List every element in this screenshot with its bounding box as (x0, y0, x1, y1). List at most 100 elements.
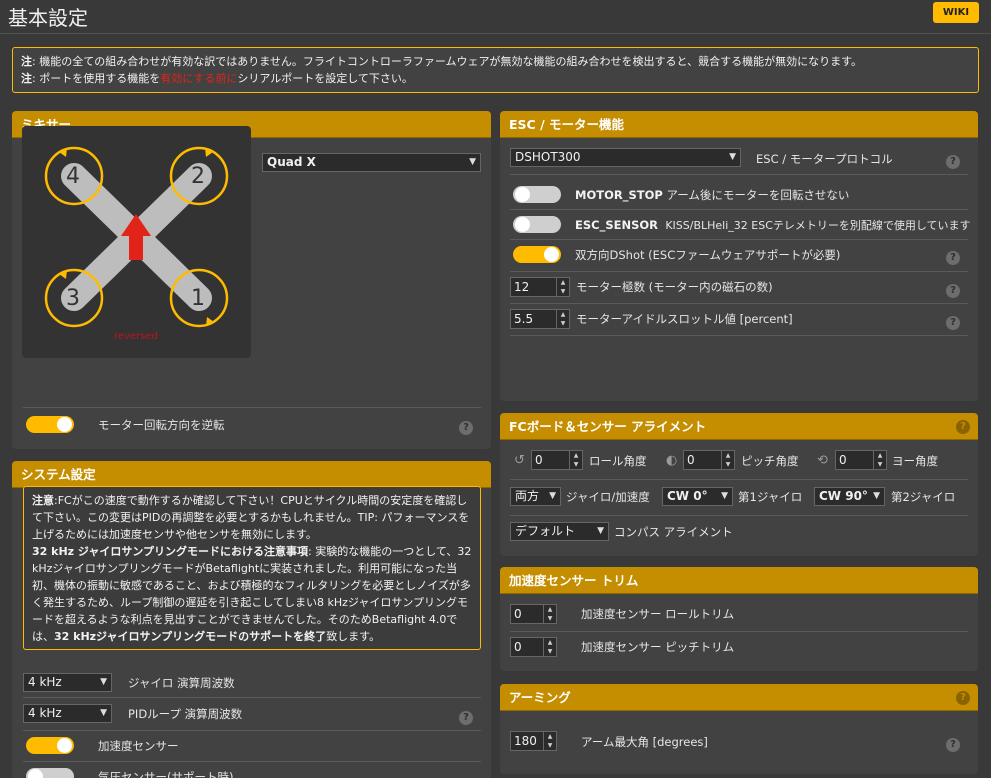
system-panel: システム設定 注意:FCがこの速度で動作するか確認して下さい！CPUとサイクル時… (12, 461, 491, 778)
note-text: : ポートを使用する機能を (32, 72, 161, 85)
divider (510, 271, 968, 272)
yaw-label: ヨー角度 (892, 454, 938, 468)
reversed-label: reversed (114, 331, 158, 342)
divider (510, 239, 968, 240)
pitch-input[interactable]: 0 ▲ ▼ (683, 450, 735, 470)
help-icon[interactable]: ? (946, 738, 960, 752)
stepper-icon[interactable]: ▲ ▼ (873, 451, 886, 469)
quad-x-diagram (44, 146, 229, 328)
motor-poles-label: モーター極数 (モーター内の磁石の数) (576, 280, 773, 294)
esc-sensor-toggle[interactable] (513, 216, 561, 233)
chevron-down-icon: ▼ (873, 491, 880, 501)
divider (510, 631, 968, 632)
accelerometer-label: 加速度センサー (98, 739, 179, 753)
arm-angle-input[interactable]: 180 ▲ ▼ (510, 731, 557, 751)
divider (510, 335, 968, 336)
compass-align-select[interactable]: デフォルト ▼ (510, 522, 609, 541)
bidir-dshot-toggle[interactable] (513, 246, 561, 263)
idle-throttle-label: モーターアイドルスロットル値 [percent] (576, 312, 793, 326)
accelerometer-toggle[interactable] (26, 737, 74, 754)
help-icon[interactable]: ? (956, 691, 970, 705)
roll-label: ロール角度 (589, 454, 647, 468)
motor-stop-toggle[interactable] (513, 186, 561, 203)
feature-note: 注: 機能の全ての組み合わせが有効な訳ではありません。フライトコントローラファー… (12, 47, 979, 93)
roll-trim-label: 加速度センサー ロールトリム (581, 607, 735, 621)
mixer-diagram: 4 2 3 1 reversed (22, 126, 251, 358)
idle-throttle-input[interactable]: 5.5 ▲ ▼ (510, 309, 570, 329)
help-icon[interactable]: ? (459, 421, 473, 435)
yaw-icon: ⟲ (817, 453, 828, 468)
help-icon[interactable]: ? (946, 316, 960, 330)
gyro1-align-select[interactable]: CW 0° ▼ (662, 487, 733, 506)
help-icon[interactable]: ? (459, 711, 473, 725)
stepper-icon[interactable]: ▲ ▼ (543, 605, 556, 623)
accel-trim-panel: 加速度センサー トリム 0 ▲ ▼ 加速度センサー ロールトリム 0 ▲ ▼ 加速度セン… (500, 567, 978, 671)
chevron-down-icon: ▼ (100, 708, 107, 718)
divider (510, 303, 968, 304)
wiki-button[interactable]: WIKI (933, 2, 979, 23)
motor-3-label: 3 (66, 286, 80, 311)
help-icon[interactable]: ? (946, 284, 960, 298)
chevron-down-icon: ▼ (469, 157, 476, 167)
reverse-motor-label: モーター回転方向を逆転 (98, 418, 225, 432)
alignment-header: FCボード＆センサー アライメント? (500, 413, 978, 440)
chevron-down-icon: ▼ (721, 491, 728, 501)
motor-2-label: 2 (191, 164, 205, 189)
motor-4-label: 4 (66, 164, 80, 189)
pitch-label: ピッチ角度 (741, 454, 799, 468)
note-warning-text: 有効にする前に (160, 72, 238, 85)
stepper-icon[interactable]: ▲ ▼ (556, 310, 569, 328)
esc-protocol-select[interactable]: DSHOT300 ▼ (510, 148, 741, 167)
help-icon[interactable]: ? (956, 420, 970, 434)
pitch-trim-input[interactable]: 0 ▲ ▼ (510, 637, 557, 657)
barometer-label: 気圧センサー(サポート時) (98, 770, 234, 778)
gyro-mode-select[interactable]: 両方 ▼ (510, 487, 561, 506)
gyro-frequency-label: ジャイロ 演算周波数 (128, 676, 235, 690)
motor-poles-input[interactable]: 12 ▲ ▼ (510, 277, 570, 297)
stepper-icon[interactable]: ▲ ▼ (569, 451, 582, 469)
roll-input[interactable]: 0 ▲ ▼ (531, 450, 583, 470)
arm-angle-label: アーム最大角 [degrees] (581, 735, 708, 749)
motor-1-label: 1 (191, 286, 205, 311)
yaw-input[interactable]: 0 ▲ ▼ (835, 450, 887, 470)
help-icon[interactable]: ? (946, 251, 960, 265)
roll-icon: ↺ (514, 453, 525, 468)
chevron-down-icon: ▼ (549, 491, 556, 501)
pid-frequency-label: PIDループ 演算周波数 (128, 707, 243, 721)
gyro2-label: 第2ジャイロ (891, 490, 956, 504)
page-title: 基本設定 (8, 6, 88, 30)
note-text: : 機能の全ての組み合わせが有効な訳ではありません。フライトコントローラファーム… (32, 55, 862, 68)
mixer-panel: ミキサー 4 2 3 1 reversed Quad X ▼ モーター回転方向を… (12, 111, 491, 449)
gyro1-label: 第1ジャイロ (738, 490, 803, 504)
roll-trim-input[interactable]: 0 ▲ ▼ (510, 604, 557, 624)
esc-sensor-label: ESC_SENSOR KISS/BLHeli_32 ESCテレメトリーを別配線で… (575, 218, 971, 232)
chevron-down-icon: ▼ (597, 526, 604, 536)
help-icon[interactable]: ? (946, 155, 960, 169)
pitch-icon: ◐ (666, 453, 678, 468)
chevron-down-icon: ▼ (729, 152, 736, 162)
stepper-icon[interactable]: ▲ ▼ (556, 278, 569, 296)
motor-stop-label: MOTOR_STOP アーム後にモーターを回転させない (575, 188, 850, 202)
barometer-toggle[interactable] (26, 768, 74, 778)
arming-header: アーミング? (500, 684, 978, 711)
gyro-frequency-select[interactable]: 4 kHz ▼ (23, 673, 112, 692)
divider (23, 697, 481, 698)
accel-trim-header: 加速度センサー トリム (500, 567, 978, 594)
bidir-dshot-label: 双方向DShot (ESCファームウェアサポートが必要) (575, 248, 841, 262)
system-note: 注意:FCがこの速度で動作するか確認して下さい！CPUとサイクル時間の安定度を確… (23, 486, 481, 650)
title-divider (0, 33, 991, 34)
gyro2-align-select[interactable]: CW 90° ▼ (814, 487, 885, 506)
divider (510, 209, 968, 210)
alignment-panel: FCボード＆センサー アライメント? ↺ 0 ▲ ▼ ロール角度 ◐ 0 ▲ ▼ ピッチ… (500, 413, 978, 556)
note-label: 注 (21, 72, 32, 85)
divider (23, 730, 481, 731)
system-header: システム設定 (12, 461, 491, 488)
stepper-icon[interactable]: ▲ ▼ (543, 732, 556, 750)
reverse-motor-toggle[interactable] (26, 416, 74, 433)
chevron-down-icon: ▼ (100, 677, 107, 687)
esc-panel: ESC / モーター機能 DSHOT300 ▼ ESC / モータープロトコル ?… (500, 111, 978, 401)
pid-frequency-select[interactable]: 4 kHz ▼ (23, 704, 112, 723)
stepper-icon[interactable]: ▲ ▼ (543, 638, 556, 656)
stepper-icon[interactable]: ▲ ▼ (721, 451, 734, 469)
mixer-type-select[interactable]: Quad X ▼ (262, 153, 481, 172)
